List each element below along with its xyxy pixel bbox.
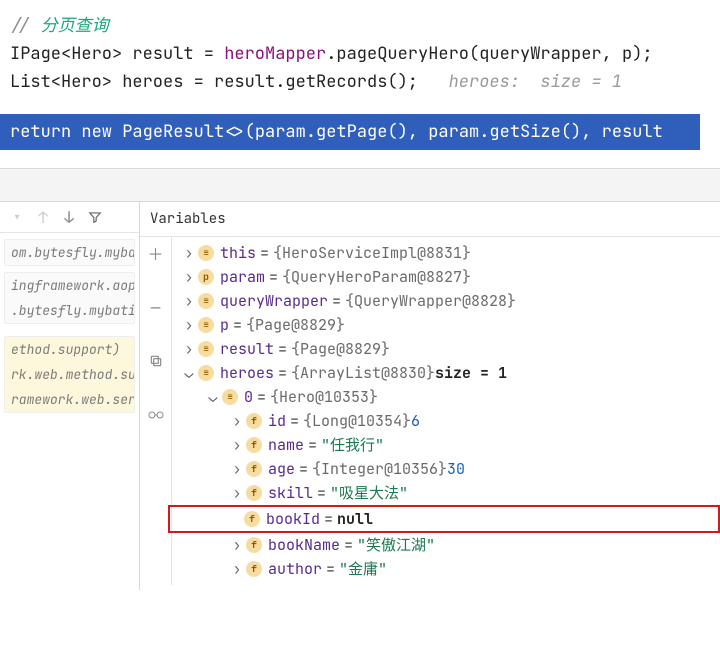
expand-icon[interactable]: ›: [230, 433, 244, 457]
expand-icon[interactable]: ›: [182, 265, 196, 289]
expand-icon[interactable]: ›: [230, 409, 244, 433]
stack-group[interactable]: om.bytesfly.myba: [4, 239, 135, 266]
expand-icon[interactable]: ›: [182, 241, 196, 265]
code-line-comment: // 分页查询: [10, 12, 710, 40]
expand-icon[interactable]: ›: [230, 457, 244, 481]
expand-icon[interactable]: ›: [182, 289, 196, 313]
var-skill[interactable]: ›fskill="吸星大法": [172, 481, 720, 505]
var-heroes-0[interactable]: ⌄≡0={Hero@10353}: [172, 385, 720, 409]
stack-group[interactable]: ingframework.aop .bytesfly.mybati: [4, 272, 135, 324]
collapse-icon[interactable]: ⌄: [182, 361, 196, 385]
var-queryWrapper[interactable]: ›≡queryWrapper={QueryWrapper@8828}: [172, 289, 720, 313]
stack-frame[interactable]: ingframework.aop: [5, 273, 134, 298]
expand-icon[interactable]: ›: [182, 313, 196, 337]
object-icon: ≡: [198, 341, 214, 357]
field-icon: f: [246, 561, 262, 577]
var-age[interactable]: ›fage={Integer@10356} 30: [172, 457, 720, 481]
stack-frame[interactable]: .bytesfly.mybati: [5, 298, 134, 323]
object-icon: ≡: [222, 389, 238, 405]
code-line-3: List<Hero> heroes = result.getRecords();…: [10, 68, 710, 96]
var-this[interactable]: ›≡this={HeroServiceImpl@8831}: [172, 241, 720, 265]
var-bookName[interactable]: ›fbookName="笑傲江湖": [172, 533, 720, 557]
stack-frame[interactable]: om.bytesfly.myba: [5, 240, 134, 265]
var-name[interactable]: ›fname="任我行": [172, 433, 720, 457]
minus-icon[interactable]: —: [146, 297, 166, 317]
panel-separator: [0, 168, 720, 202]
debug-panel: ▾ ↑ ↓ om.bytesfly.myba ingframework.aop …: [0, 202, 720, 590]
expand-icon[interactable]: ›: [230, 533, 244, 557]
object-icon: ≡: [198, 293, 214, 309]
var-heroes[interactable]: ⌄≡heroes={ArrayList@8830} size = 1: [172, 361, 720, 385]
field-icon: f: [246, 461, 262, 477]
param-icon: p: [198, 269, 214, 285]
var-id[interactable]: ›fid={Long@10354} 6: [172, 409, 720, 433]
arrow-up-icon[interactable]: ↑: [34, 208, 52, 226]
field-icon: f: [244, 511, 260, 527]
stack-group[interactable]: ethod.support) rk.web.method.su ramework…: [4, 336, 135, 413]
field-icon: f: [246, 537, 262, 553]
inline-hint: heroes: size = 1: [449, 71, 622, 93]
var-p[interactable]: ›≡p={Page@8829}: [172, 313, 720, 337]
stack-frame[interactable]: ethod.support): [5, 337, 134, 362]
code-line-2: IPage<Hero> result = heroMapper.pageQuer…: [10, 40, 710, 68]
object-icon: ≡: [198, 245, 214, 261]
object-icon: ≡: [198, 365, 214, 381]
var-author[interactable]: ›fauthor="金庸": [172, 557, 720, 581]
stack-frame[interactable]: ramework.web.ser: [5, 387, 134, 412]
arrow-down-icon[interactable]: ↓: [60, 208, 78, 226]
variables-title: Variables: [140, 202, 720, 237]
filter-icon[interactable]: [86, 208, 104, 226]
code-line-return: return new PageResult<>(param.getPage(),…: [10, 114, 710, 150]
var-param[interactable]: ›pparam={QueryHeroParam@8827}: [172, 265, 720, 289]
code-editor[interactable]: // 分页查询 IPage<Hero> result = heroMapper.…: [0, 0, 720, 150]
plus-icon[interactable]: ＋: [146, 243, 166, 263]
variables-panel: Variables ＋ — ›≡this={HeroServiceImpl@88…: [140, 202, 720, 590]
expand-icon[interactable]: ›: [230, 481, 244, 505]
var-bookId[interactable]: ›fbookId=null: [168, 505, 720, 533]
variables-tree[interactable]: ›≡this={HeroServiceImpl@8831} ›pparam={Q…: [172, 237, 720, 585]
var-result[interactable]: ›≡result={Page@8829}: [172, 337, 720, 361]
stack-frame[interactable]: rk.web.method.su: [5, 362, 134, 387]
expand-icon[interactable]: ›: [182, 337, 196, 361]
field-icon: f: [246, 413, 262, 429]
frames-panel: ▾ ↑ ↓ om.bytesfly.myba ingframework.aop …: [0, 202, 140, 590]
glasses-icon[interactable]: [146, 405, 166, 425]
collapse-icon[interactable]: ⌄: [206, 385, 220, 409]
frames-toolbar: ▾ ↑ ↓: [0, 202, 139, 233]
field-icon: f: [246, 437, 262, 453]
field-icon: f: [246, 485, 262, 501]
object-icon: ≡: [198, 317, 214, 333]
expand-icon[interactable]: ›: [230, 557, 244, 581]
dropdown-icon[interactable]: ▾: [8, 208, 26, 226]
copy-icon[interactable]: [146, 351, 166, 371]
